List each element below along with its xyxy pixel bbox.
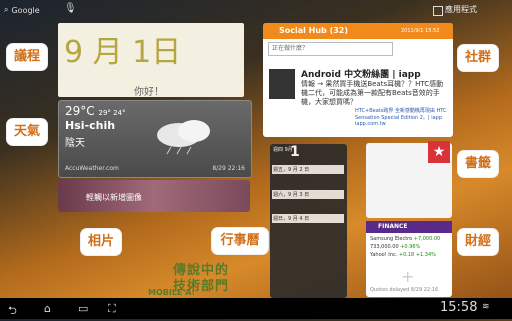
finance-row: Yahoo! Inc. +0.18 +1.34% <box>370 252 436 258</box>
social-header: Social Hub (32) 2011/9/1 15:52 <box>263 23 453 39</box>
wifi-icon: ≋ <box>482 302 490 312</box>
photo-widget[interactable]: 輕觸以新增圖像 <box>58 180 250 212</box>
recent-apps-icon[interactable]: ▭ <box>78 302 88 315</box>
weather-condition: 陰天 <box>65 138 85 149</box>
watermark-logo: 傳說中的 技術部門 MOBILE A! <box>148 263 230 297</box>
cloud-icon <box>157 120 210 155</box>
finance-row: Samsung Electro +7,000.00 <box>370 236 441 242</box>
clock: 15:58 <box>440 300 478 315</box>
post-title[interactable]: Android 中文粉絲團 | iapp <box>301 67 421 80</box>
search-icon: ⌕ <box>4 5 9 14</box>
finance-header: FINANCE <box>366 221 452 233</box>
add-quote-icon[interactable]: + <box>401 267 414 286</box>
label-finance: 財經 <box>458 229 498 255</box>
label-weather: 天氣 <box>7 119 47 145</box>
agenda-row[interactable]: 週五，9 月 2 日 <box>272 165 344 174</box>
weather-widget[interactable]: 29°C 29° 24° Hsi-chih 陰天 AccuWeather.com… <box>58 100 252 178</box>
weather-footer: AccuWeather.com 8/29 22:16 <box>65 165 245 172</box>
star-icon: ★ <box>428 141 450 163</box>
label-photo: 相片 <box>81 229 121 255</box>
mic-icon[interactable]: 🎙 <box>64 3 77 16</box>
agenda-row[interactable]: 週日，9 月 4 日 <box>272 214 344 223</box>
calendar-date: 9 月 1日 <box>64 35 182 70</box>
agenda-day: 1 <box>290 144 300 160</box>
post-link[interactable]: HTC+Beats跨界 全新感動機再現由 HTC Sensation Speci… <box>355 107 451 127</box>
label-agenda: 行事曆 <box>212 228 268 254</box>
home-icon[interactable]: ⌂ <box>44 302 51 315</box>
weather-temp: 29°C 29° 24° <box>65 104 126 118</box>
calendar-widget[interactable]: 9 月 1日 你好！ <box>58 23 244 98</box>
bookmark-widget[interactable]: ★ <box>366 141 452 218</box>
calendar-greeting: 你好！ <box>134 87 164 98</box>
post-body: 情報 → 果然買手機送Beats耳機？？HTC感動機二代，可能成為第一款配有Be… <box>301 80 444 106</box>
label-social: 社群 <box>458 45 498 71</box>
quotes-footer: Quotes delayed 8/29 22:16 <box>370 287 439 293</box>
status-input[interactable]: 正在做什麼？ <box>268 42 393 56</box>
label-bookmark: 書籤 <box>458 151 498 177</box>
social-hub-widget[interactable]: Social Hub (32) 2011/9/1 15:52 正在做什麼？ An… <box>263 23 453 137</box>
navigation-bar: ⮌ ⌂ ▭ ⛶ 15:58 ≋ <box>0 298 512 319</box>
weather-city: Hsi-chih <box>65 119 116 132</box>
photo-add-label: 輕觸以新增圖像 <box>86 193 142 202</box>
google-search-button[interactable]: ⌕ Google <box>4 3 64 17</box>
label-calendar: 議程 <box>7 44 47 70</box>
agenda-widget[interactable]: 週四 9月 1 週五，9 月 2 日 週六，9 月 3 日 週日，9 月 4 日 <box>270 144 347 298</box>
apps-grid-icon[interactable] <box>433 6 443 16</box>
back-icon[interactable]: ⮌ <box>8 302 17 321</box>
screenshot-icon[interactable]: ⛶ <box>108 302 116 316</box>
post-avatar <box>269 69 295 99</box>
finance-row: 733,000.00 +0.96% <box>370 244 421 250</box>
agenda-row[interactable]: 週六，9 月 3 日 <box>272 190 344 199</box>
apps-button[interactable]: 應用程式 <box>445 4 505 16</box>
finance-widget[interactable]: FINANCE Samsung Electro +7,000.00 733,00… <box>366 221 452 297</box>
